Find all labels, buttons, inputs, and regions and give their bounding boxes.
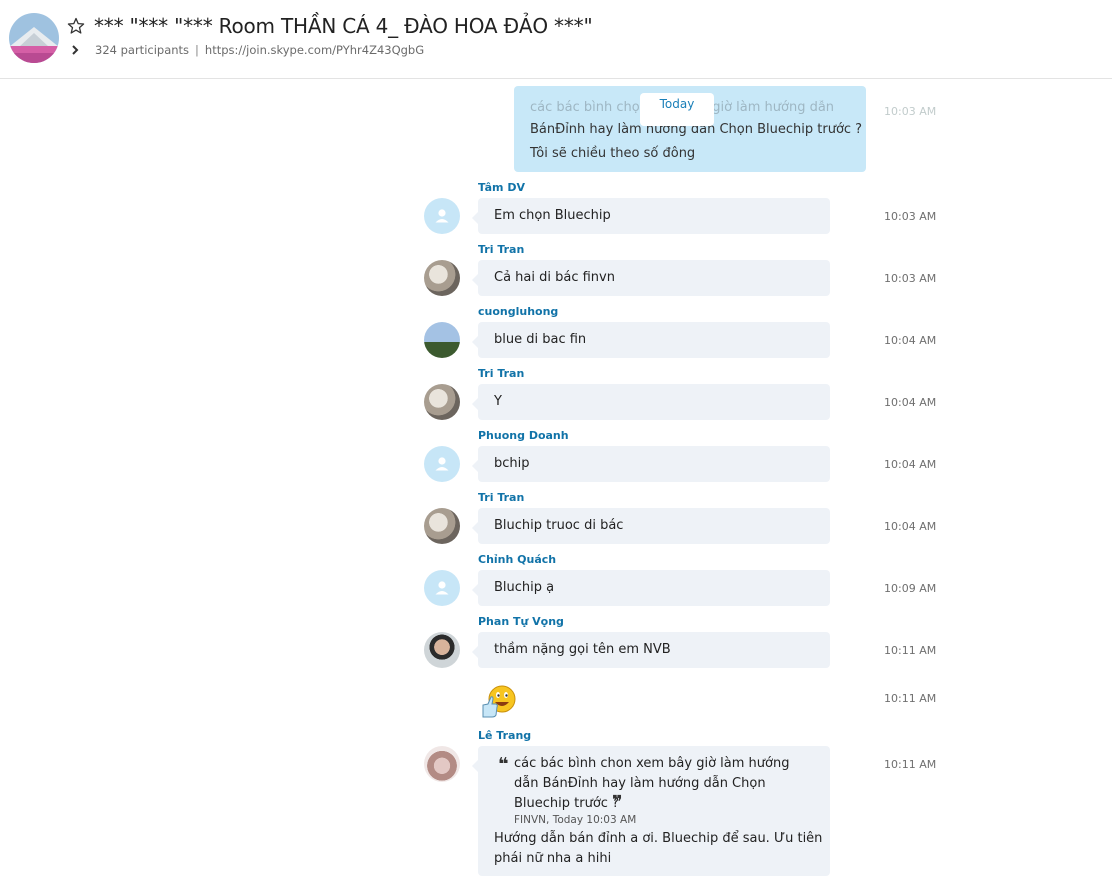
- avatar[interactable]: [424, 446, 460, 482]
- default-user-icon: [435, 457, 449, 471]
- open-quote-icon: ❝: [498, 754, 509, 775]
- subline-separator: |: [195, 43, 199, 57]
- avatar[interactable]: [424, 260, 460, 296]
- message-text: Bluchip ạ: [494, 580, 555, 595]
- avatar[interactable]: [424, 384, 460, 420]
- message-bubble[interactable]: Bluchip truoc di bác: [472, 508, 830, 544]
- sender-name[interactable]: Phan Tự Vọng: [478, 615, 564, 628]
- quote-source-meta: FINVN, Today 10:03 AM: [514, 814, 637, 826]
- message-text: Hướng dẫn bán đỉnh a ơi. Bluechip để sau…: [494, 831, 823, 846]
- message-bubble[interactable]: Y: [472, 384, 830, 420]
- sender-name[interactable]: Lê Trang: [478, 729, 531, 742]
- conversation-title[interactable]: *** "*** "*** Room THẦN CÁ 4_ ĐÀO HOA ĐẢ…: [94, 14, 593, 38]
- quoted-text-line: Bluechip trước ?: [514, 796, 619, 811]
- thumbs-up-smiley-emoji-icon[interactable]: [478, 683, 518, 719]
- sender-name[interactable]: Tri Tran: [478, 243, 524, 256]
- message-time: 10:04 AM: [884, 458, 937, 471]
- day-divider-today: Today: [640, 93, 714, 126]
- group-avatar[interactable]: [9, 13, 59, 63]
- group-avatar-image: [9, 13, 59, 63]
- message-time: 10:11 AM: [884, 644, 937, 657]
- message-text: Em chọn Bluechip: [494, 208, 611, 223]
- default-user-icon: [435, 581, 449, 595]
- sender-name[interactable]: Tri Tran: [478, 367, 524, 380]
- quoted-text-line: các bác bình chon xem bây giờ làm hướng: [514, 756, 790, 771]
- message-time: 10:03 AM: [884, 210, 937, 223]
- message-bubble-with-quote[interactable]: ❝ các bác bình chon xem bây giờ làm hướn…: [472, 746, 830, 876]
- sender-name[interactable]: Tâm DV: [478, 181, 525, 194]
- message-text: Y: [494, 394, 502, 409]
- avatar[interactable]: [424, 508, 460, 544]
- message-bubble[interactable]: thầm nặng gọi tên em NVB: [472, 632, 830, 668]
- message-text: phái nữ nha a hihi: [494, 851, 612, 866]
- join-link[interactable]: https://join.skype.com/PYhr4Z43QgbG: [205, 43, 424, 57]
- avatar[interactable]: [424, 632, 460, 668]
- message-bubble[interactable]: blue di bac fin: [472, 322, 830, 358]
- message-text: blue di bac fin: [494, 332, 587, 347]
- message-time: 10:04 AM: [884, 520, 937, 533]
- message-text: thầm nặng gọi tên em NVB: [494, 642, 671, 657]
- message-bubble[interactable]: Bluchip ạ: [472, 570, 830, 606]
- sender-name[interactable]: cuongluhong: [478, 305, 558, 318]
- sender-name[interactable]: Tri Tran: [478, 491, 524, 504]
- faded-message-time: 10:03 AM: [884, 105, 937, 118]
- message-bubble[interactable]: Cả hai di bác finvn: [472, 260, 830, 296]
- message-time: 10:11 AM: [884, 692, 937, 705]
- message-line: Tôi sẽ chiều theo số đông: [530, 146, 696, 161]
- default-user-icon: [435, 209, 449, 223]
- chevron-right-icon[interactable]: [70, 44, 80, 56]
- message-bubble[interactable]: bchip: [472, 446, 830, 482]
- message-time: 10:03 AM: [884, 272, 937, 285]
- favorite-star-icon[interactable]: [67, 17, 85, 35]
- message-text: Bluchip truoc di bác: [494, 518, 624, 533]
- avatar[interactable]: [424, 322, 460, 358]
- message-time: 10:11 AM: [884, 758, 937, 771]
- message-time: 10:04 AM: [884, 334, 937, 347]
- sender-name[interactable]: Chỉnh Quách: [478, 553, 556, 566]
- chat-header: *** "*** "*** Room THẦN CÁ 4_ ĐÀO HOA ĐẢ…: [0, 0, 1112, 79]
- avatar[interactable]: [424, 198, 460, 234]
- message-text: bchip: [494, 456, 530, 471]
- quoted-text-line: dẫn BánĐỉnh hay làm hướng dẫn Chọn: [514, 776, 766, 791]
- message-bubble[interactable]: Em chọn Bluechip: [472, 198, 830, 234]
- participants-count[interactable]: 324 participants: [95, 43, 189, 57]
- message-text: Cả hai di bác finvn: [494, 270, 615, 285]
- avatar[interactable]: [424, 570, 460, 606]
- conversation-subline: 324 participants | https://join.skype.com/…: [95, 43, 424, 57]
- sender-name[interactable]: Phuong Doanh: [478, 429, 569, 442]
- message-time: 10:04 AM: [884, 396, 937, 409]
- avatar[interactable]: [424, 746, 460, 782]
- message-time: 10:09 AM: [884, 582, 937, 595]
- close-quote-icon: ❞: [612, 792, 623, 813]
